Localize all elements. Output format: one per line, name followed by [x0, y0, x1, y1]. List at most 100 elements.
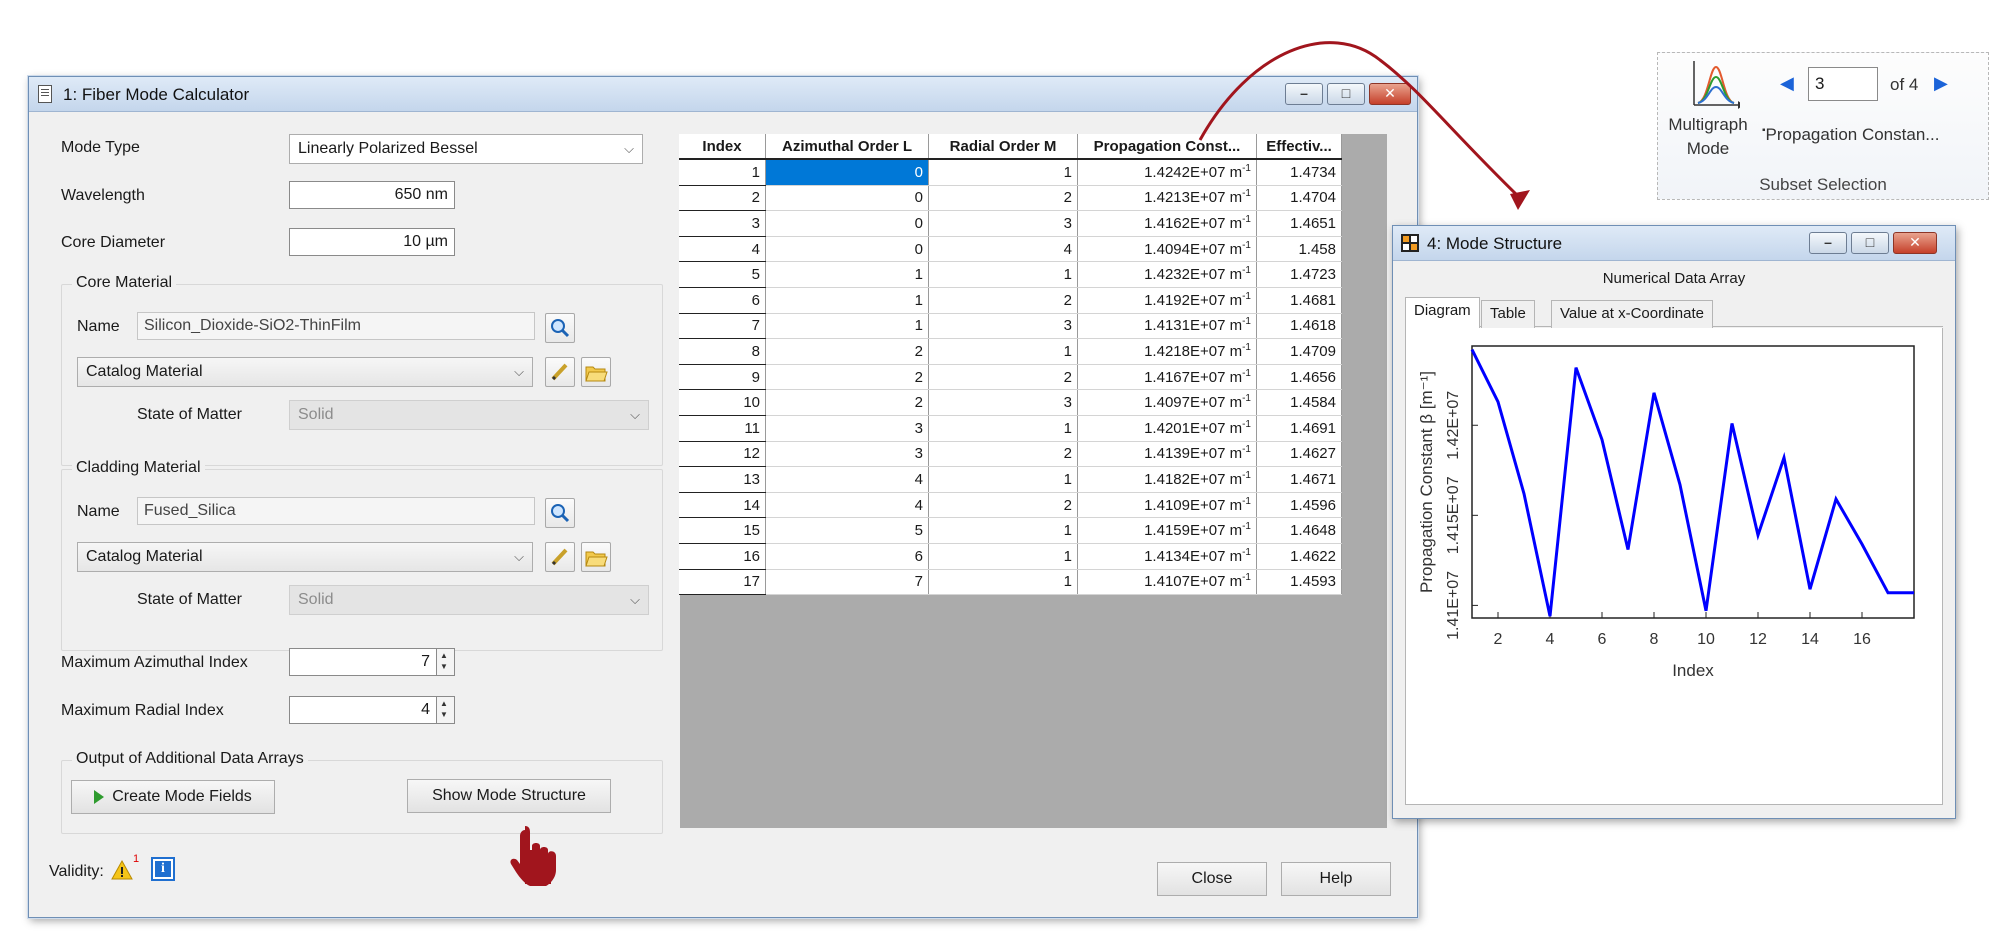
cell-index[interactable]: 14	[679, 492, 766, 519]
cell-propagation-constant[interactable]: 1.4094E+07 m-1	[1077, 236, 1257, 263]
cell-propagation-constant[interactable]: 1.4232E+07 m-1	[1077, 261, 1257, 288]
header-radial-order[interactable]: Radial Order M	[928, 134, 1078, 160]
table-row[interactable]: 10 2 3 1.4097E+07 m-1 1.4584	[679, 389, 1342, 416]
cell-index[interactable]: 15	[679, 517, 766, 544]
table-row[interactable]: 15 5 1 1.4159E+07 m-1 1.4648	[679, 517, 1342, 544]
cell-index[interactable]: 10	[679, 389, 766, 416]
cell-azimuthal-order[interactable]: 0	[765, 185, 929, 212]
cell-index[interactable]: 11	[679, 415, 766, 442]
table-row[interactable]: 14 4 2 1.4109E+07 m-1 1.4596	[679, 492, 1342, 519]
table-row[interactable]: 13 4 1 1.4182E+07 m-1 1.4671	[679, 466, 1342, 493]
cladding-edit-button[interactable]	[545, 542, 575, 572]
cell-index[interactable]: 7	[679, 313, 766, 340]
cell-effective-index[interactable]: 1.4709	[1256, 338, 1342, 365]
cell-effective-index[interactable]: 1.4593	[1256, 569, 1342, 596]
cell-azimuthal-order[interactable]: 6	[765, 543, 929, 570]
cell-radial-order[interactable]: 1	[928, 159, 1078, 186]
table-row[interactable]: 16 6 1 1.4134E+07 m-1 1.4622	[679, 543, 1342, 570]
cell-index[interactable]: 13	[679, 466, 766, 493]
cell-effective-index[interactable]: 1.4584	[1256, 389, 1342, 416]
cell-radial-order[interactable]: 1	[928, 517, 1078, 544]
cell-index[interactable]: 3	[679, 210, 766, 237]
max-azimuthal-input[interactable]: 7	[289, 648, 437, 676]
cell-propagation-constant[interactable]: 1.4131E+07 m-1	[1077, 313, 1257, 340]
table-row[interactable]: 5 1 1 1.4232E+07 m-1 1.4723	[679, 261, 1342, 288]
cell-radial-order[interactable]: 3	[928, 313, 1078, 340]
cell-index[interactable]: 17	[679, 569, 766, 596]
cell-azimuthal-order[interactable]: 4	[765, 492, 929, 519]
subset-next-button[interactable]: ▶	[1934, 73, 1948, 94]
cell-effective-index[interactable]: 1.4723	[1256, 261, 1342, 288]
cell-azimuthal-order[interactable]: 5	[765, 517, 929, 544]
cell-azimuthal-order[interactable]: 0	[765, 159, 929, 186]
cell-index[interactable]: 5	[679, 261, 766, 288]
table-row[interactable]: 12 3 2 1.4139E+07 m-1 1.4627	[679, 441, 1342, 468]
cell-radial-order[interactable]: 4	[928, 236, 1078, 263]
cell-propagation-constant[interactable]: 1.4109E+07 m-1	[1077, 492, 1257, 519]
cell-propagation-constant[interactable]: 1.4167E+07 m-1	[1077, 364, 1257, 391]
cell-azimuthal-order[interactable]: 1	[765, 287, 929, 314]
create-mode-fields-button[interactable]: Create Mode Fields	[71, 780, 275, 814]
cell-index[interactable]: 1	[679, 159, 766, 186]
cell-azimuthal-order[interactable]: 7	[765, 569, 929, 596]
table-row[interactable]: 8 2 1 1.4218E+07 m-1 1.4709	[679, 338, 1342, 365]
cladding-name-input[interactable]: Fused_Silica	[137, 497, 535, 525]
ms-minimize-button[interactable]: –	[1809, 232, 1847, 254]
cell-index[interactable]: 6	[679, 287, 766, 314]
cell-index[interactable]: 8	[679, 338, 766, 365]
cell-radial-order[interactable]: 2	[928, 364, 1078, 391]
cell-effective-index[interactable]: 1.4681	[1256, 287, 1342, 314]
propagation-constant-button[interactable]: ▪Propagation Constan...	[1762, 125, 1939, 145]
max-radial-spinner[interactable]: ▲ ▼	[437, 696, 455, 724]
cell-radial-order[interactable]: 3	[928, 389, 1078, 416]
cladding-open-button[interactable]	[581, 542, 611, 572]
warning-icon[interactable]	[111, 859, 135, 881]
cell-propagation-constant[interactable]: 1.4139E+07 m-1	[1077, 441, 1257, 468]
max-azimuthal-spinner[interactable]: ▲ ▼	[437, 648, 455, 676]
core-search-button[interactable]	[545, 313, 575, 343]
core-name-input[interactable]: Silicon_Dioxide-SiO2-ThinFilm	[137, 312, 535, 340]
cell-radial-order[interactable]: 1	[928, 415, 1078, 442]
show-mode-structure-button[interactable]: Show Mode Structure	[407, 779, 611, 813]
max-radial-input[interactable]: 4	[289, 696, 437, 724]
cell-effective-index[interactable]: 1.4622	[1256, 543, 1342, 570]
cell-effective-index[interactable]: 1.4627	[1256, 441, 1342, 468]
cladding-catalog-select[interactable]: Catalog Material ⌵	[77, 542, 533, 572]
cell-azimuthal-order[interactable]: 4	[765, 466, 929, 493]
cell-radial-order[interactable]: 2	[928, 441, 1078, 468]
cell-effective-index[interactable]: 1.458	[1256, 236, 1342, 263]
cell-index[interactable]: 16	[679, 543, 766, 570]
table-row[interactable]: 7 1 3 1.4131E+07 m-1 1.4618	[679, 313, 1342, 340]
cell-propagation-constant[interactable]: 1.4159E+07 m-1	[1077, 517, 1257, 544]
cladding-search-button[interactable]	[545, 498, 575, 528]
cell-effective-index[interactable]: 1.4671	[1256, 466, 1342, 493]
cell-azimuthal-order[interactable]: 0	[765, 210, 929, 237]
cell-propagation-constant[interactable]: 1.4201E+07 m-1	[1077, 415, 1257, 442]
core-catalog-select[interactable]: Catalog Material ⌵	[77, 357, 533, 387]
ms-maximize-button[interactable]: □	[1851, 232, 1889, 254]
cell-radial-order[interactable]: 1	[928, 466, 1078, 493]
table-row[interactable]: 4 0 4 1.4094E+07 m-1 1.458	[679, 236, 1342, 263]
cell-radial-order[interactable]: 3	[928, 210, 1078, 237]
cell-effective-index[interactable]: 1.4656	[1256, 364, 1342, 391]
cell-radial-order[interactable]: 2	[928, 492, 1078, 519]
table-row[interactable]: 11 3 1 1.4201E+07 m-1 1.4691	[679, 415, 1342, 442]
mode-structure-chart[interactable]: 2 4 6 8 10 12 14 16 1.41E+07 1.415E+07 1.42E+07 Ind…	[1406, 328, 1942, 804]
header-azimuthal-order[interactable]: Azimuthal Order L	[765, 134, 929, 160]
core-open-button[interactable]	[581, 357, 611, 387]
subset-index-input[interactable]: 3	[1808, 67, 1878, 101]
cell-azimuthal-order[interactable]: 2	[765, 389, 929, 416]
mode-type-select[interactable]: Linearly Polarized Bessel ⌵	[289, 134, 643, 164]
cell-index[interactable]: 12	[679, 441, 766, 468]
cell-index[interactable]: 2	[679, 185, 766, 212]
cell-effective-index[interactable]: 1.4618	[1256, 313, 1342, 340]
cell-propagation-constant[interactable]: 1.4097E+07 m-1	[1077, 389, 1257, 416]
cell-radial-order[interactable]: 2	[928, 287, 1078, 314]
cell-propagation-constant[interactable]: 1.4218E+07 m-1	[1077, 338, 1257, 365]
cell-azimuthal-order[interactable]: 2	[765, 364, 929, 391]
core-edit-button[interactable]	[545, 357, 575, 387]
cell-radial-order[interactable]: 1	[928, 261, 1078, 288]
cell-azimuthal-order[interactable]: 2	[765, 338, 929, 365]
cell-radial-order[interactable]: 1	[928, 569, 1078, 596]
wavelength-input[interactable]: 650 nm	[289, 181, 455, 209]
